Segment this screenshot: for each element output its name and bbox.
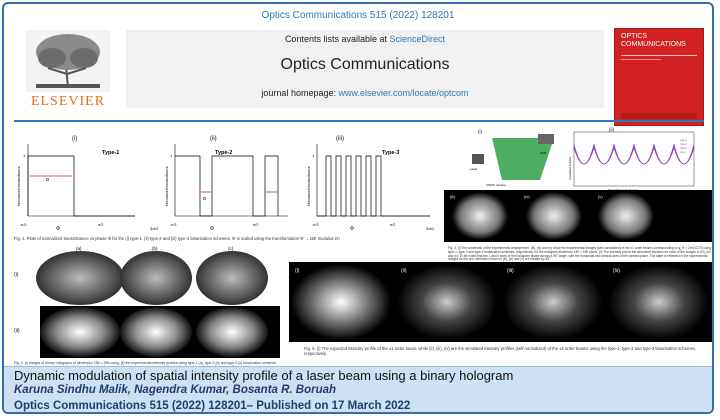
fig1-panel-label: (i) [72,136,77,142]
fig1-panel-label: (iii) [336,136,344,142]
fig3-legend-item: type-1 [680,139,688,142]
fig5-panel-label: (iii) [507,268,514,274]
fig1-ytick: 1 [23,153,26,158]
fig1-ylabel: Normalized transmittance [17,166,21,206]
fig3-image-iii [452,192,508,240]
paper-authors: Karuna Sindhu Malik, Nagendra Kumar, Bos… [14,384,337,396]
sciencedirect-link[interactable]: ScienceDirect [390,34,446,44]
poster-frame: Optics Communications 515 (2022) 128201 … [2,2,714,414]
fig2-col-label: (a) [76,246,82,251]
fig5-panel-label: (i) [295,268,300,274]
figure1-caption: Fig. 1. Plots of normalized transmittanc… [14,236,340,241]
header-divider [14,120,704,122]
fig1-ylabel: Normalized transmittance [307,166,311,206]
figure5-profiles: (i) (ii) (iii) (iv) [289,262,712,342]
journal-cover: OPTICS COMMUNICATIONS [614,28,704,126]
fig1-xtick-high: π/2 [98,223,103,227]
figure5-caption: Fig. 5. (i) The expected intensity profi… [304,346,697,356]
fig1-panel-2: (ii) Type-2 Normalized transmittance 1 α… [150,136,288,232]
contents-line: Contents lists available at ScienceDirec… [126,34,604,44]
cover-decoration [621,55,697,119]
homepage-line: journal homepage: www.elsevier.com/locat… [126,88,604,98]
fig1-xtick-low: -π/2 [312,223,319,227]
fig1-alpha: α [203,196,206,202]
publication-info: Optics Communications 515 (2022) 128201–… [14,400,411,412]
fig1-phi: Φ [210,226,214,232]
fig1-phi: Φ [56,226,60,232]
fig5-image-iii [503,264,603,340]
fig2-beam-c [196,307,268,357]
fig5-image-i [291,264,391,340]
fig1-type-label: Type-3 [382,150,399,156]
fig2-beam-b [120,307,192,357]
fig3-legend-item: ideal [680,151,686,154]
homepage-prefix: journal homepage: [261,88,336,98]
fig1-xtick-high: π/2 [253,223,258,227]
fig2-hologram-b [120,251,192,305]
fig1-alpha: α [46,177,49,183]
fig2-beam-a [40,307,120,357]
fig3-panel-label: (iv) [524,194,530,199]
fig3-legend-item: type-3 [680,147,688,150]
fig5-image-iv [609,264,709,340]
figure3-setup-and-plot: (i) Laser SLM CMOS camera (ii) Normalize… [444,127,712,242]
fig2-hologram-c [196,251,268,305]
fig1-panel-1: (i) Type-1 Normalized transmittance 1 α … [17,136,135,232]
fig1-xtick-end: 3π/2 [150,226,159,231]
fig1-type-label: Type-2 [215,150,232,156]
fig2-col-label: (c) [228,246,234,251]
fig1-ylabel: Normalized transmittance [165,166,169,206]
fig1-xtick-low: -π/2 [20,223,27,227]
fig3-image-v [598,192,654,240]
fig2-col-label: (b) [152,246,158,251]
figure1-plots: (i) Type-1 Normalized transmittance 1 α … [17,136,435,232]
fig3-setup-laser: Laser [470,167,478,171]
journal-name: Optics Communications [280,56,450,73]
fig3-setup-camera: CMOS camera [486,183,506,187]
fig1-phi: Φ [350,226,354,232]
homepage-link[interactable]: www.elsevier.com/locate/optcom [339,88,469,98]
fig1-xtick-low: -π/2 [170,223,177,227]
fig1-ytick: 1 [312,153,315,158]
fig3-panel-label: (v) [598,194,603,199]
fig3-laser-box [472,154,484,164]
fig1-xtick-end: 3π/2 [426,226,435,231]
fig1-panel-3: (iii) Type-3 Normalized transmittance 1 … [307,136,435,232]
fig2-hologram-a [36,251,124,305]
paper-title: Dynamic modulation of spatial intensity … [14,368,514,383]
fig3-legend-item: type-2 [680,143,688,146]
elsevier-wordmark: ELSEVIER [30,94,106,109]
fig1-ytick: 1 [170,153,173,158]
fig3-panel-label: (ii) [609,127,614,132]
fig2-row-label: (ii) [14,328,20,334]
fig1-xtick-high: π/2 [390,223,395,227]
fig3-panel-label: (i) [478,129,482,134]
figure3-caption: Fig. 3. (i) The schematic of the experim… [448,246,712,262]
fig1-panel-label: (ii) [210,136,217,142]
fig2-row-label: (i) [14,272,19,278]
contents-prefix: Contents lists available at [284,34,387,44]
citation-line[interactable]: Optics Communications 515 (2022) 128201 [4,10,712,21]
fig3-setup-slm: SLM [540,151,547,155]
fig3-image-iv [526,192,582,240]
fig5-image-ii [397,264,497,340]
figure2-images: (a) (b) (c) (i) (ii) [14,246,280,358]
fig5-panel-label: (iv) [613,268,620,274]
fig3-panel-label: (iii) [450,194,456,199]
fig1-type-label: Type-1 [102,150,119,156]
fig5-panel-label: (ii) [401,268,407,274]
fig3-plot-ylabel: Normalized intensity [568,156,572,180]
